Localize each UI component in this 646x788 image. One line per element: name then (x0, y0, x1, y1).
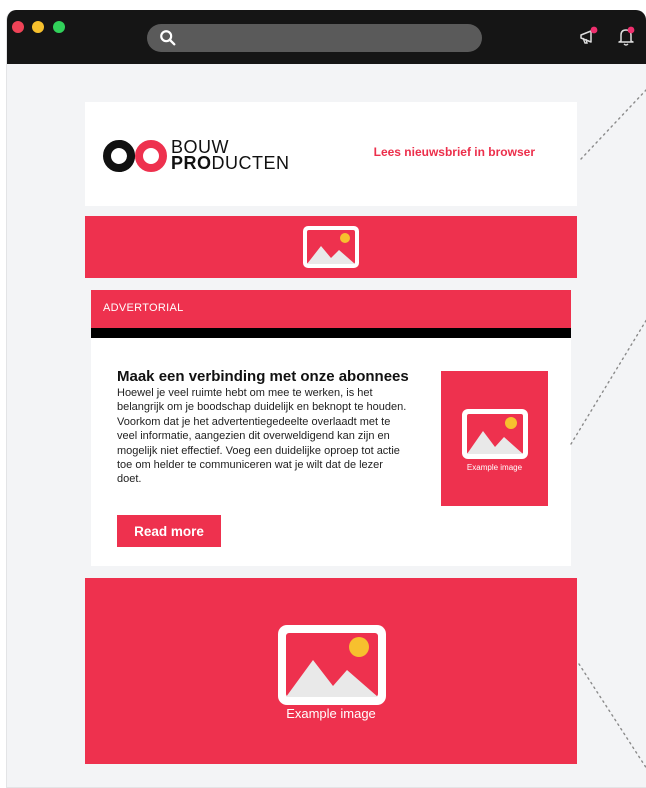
divider-bar (91, 328, 571, 338)
article-body: Hoewel je veel ruimte hebt om mee te wer… (117, 387, 407, 486)
logo-text-line2: PRODUCTEN (171, 154, 290, 172)
maximize-window-button[interactable] (53, 21, 65, 33)
image-caption: Example image (286, 706, 376, 721)
image-placeholder-icon (278, 625, 386, 705)
bell-icon[interactable] (615, 26, 637, 48)
view-in-browser-link[interactable]: Lees nieuwsbrief in browser (374, 145, 535, 159)
image-placeholder-icon (303, 226, 359, 268)
read-more-button[interactable]: Read more (117, 515, 221, 547)
newsletter-header: BOUW PRODUCTEN Lees nieuwsbrief in brows… (85, 102, 577, 206)
banner-image-placeholder (85, 216, 577, 278)
advertorial-bar: ADVERTORIAL (91, 290, 571, 328)
article-image-placeholder: Example image (441, 371, 548, 506)
email-canvas: BOUW PRODUCTEN Lees nieuwsbrief in brows… (7, 64, 646, 787)
bouwproducten-logo: BOUW PRODUCTEN (103, 138, 323, 178)
large-image-placeholder: Example image (85, 578, 577, 764)
search-icon (160, 30, 176, 46)
advertorial-label: ADVERTORIAL (103, 302, 184, 314)
logo-mark-icon (103, 140, 167, 172)
minimize-window-button[interactable] (32, 21, 44, 33)
search-bar[interactable] (147, 24, 482, 52)
close-window-button[interactable] (12, 21, 24, 33)
image-caption: Example image (466, 463, 523, 472)
article-title: Maak een verbinding met onze abonnees (117, 368, 409, 385)
logo-text-rest: DUCTEN (211, 153, 290, 173)
image-placeholder-icon (462, 409, 528, 459)
title-bar (7, 10, 646, 64)
logo-text-bold: PRO (171, 153, 212, 173)
megaphone-icon[interactable] (578, 26, 600, 48)
browser-window: BOUW PRODUCTEN Lees nieuwsbrief in brows… (6, 10, 646, 788)
advertorial-article: Maak een verbinding met onze abonnees Ho… (91, 338, 571, 566)
